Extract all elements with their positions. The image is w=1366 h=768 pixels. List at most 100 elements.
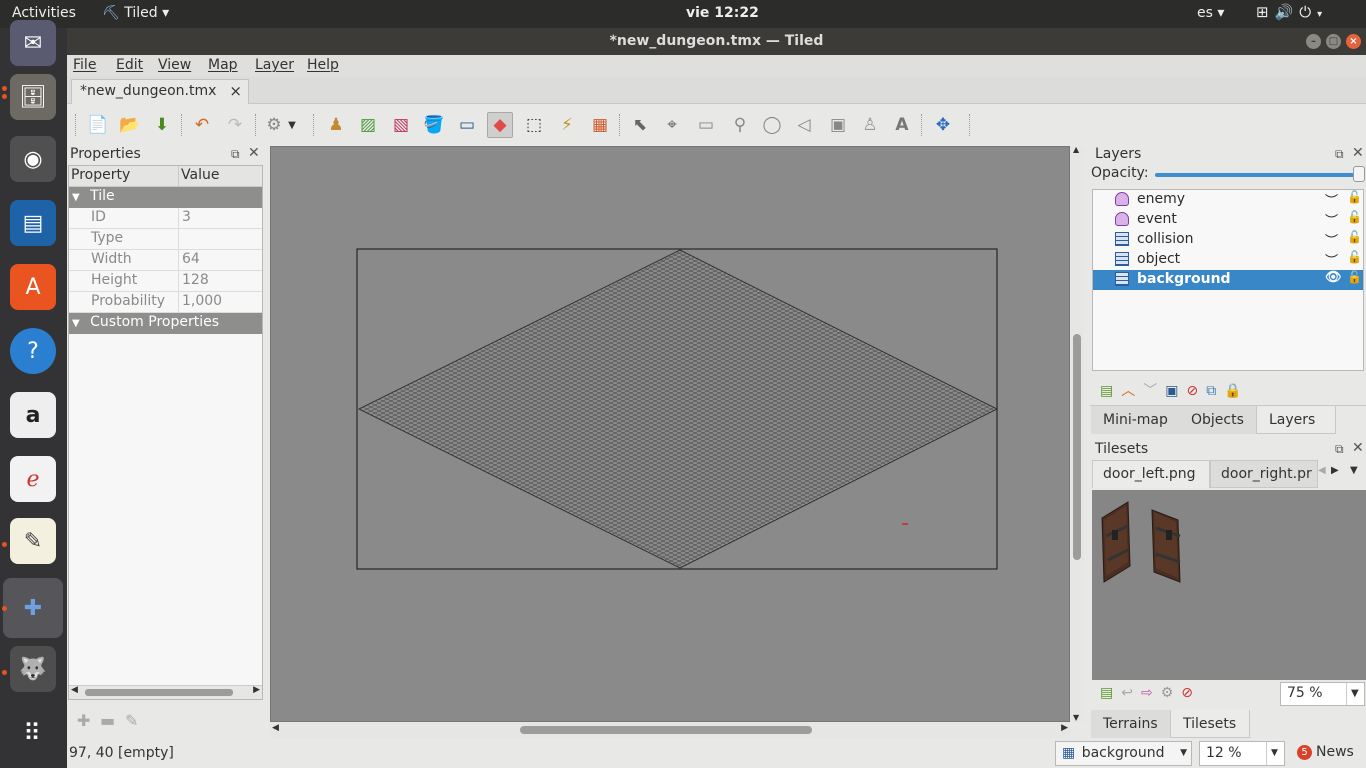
writer-icon[interactable]: ▤ xyxy=(10,200,56,246)
menu-layer[interactable]: Layer xyxy=(255,57,294,73)
duplicate-layer-icon[interactable]: ▣ xyxy=(1165,383,1186,399)
tileset-menu-icon[interactable]: ▼ xyxy=(1350,465,1358,476)
canvas-vertical-scrollbar[interactable]: ▲ ▼ xyxy=(1070,145,1084,722)
edit-polygons-icon[interactable]: ⌖ xyxy=(659,112,685,138)
close-panel-icon[interactable]: ✕ xyxy=(1352,145,1364,161)
table-row[interactable]: ID 3 xyxy=(69,208,262,229)
properties-horizontal-scrollbar[interactable]: ◀ ▶ xyxy=(69,685,262,699)
undo-icon[interactable]: ↶ xyxy=(189,112,215,138)
toggle-other-layers-icon[interactable]: ⧉ xyxy=(1206,383,1224,399)
files-icon[interactable]: 🗄 xyxy=(10,74,56,120)
shape-fill-icon[interactable]: ▭ xyxy=(454,112,480,138)
table-row[interactable]: Type xyxy=(69,229,262,250)
raise-layer-icon[interactable]: ︿ xyxy=(1121,383,1143,399)
layer-row-object[interactable]: object ︶ 🔓 xyxy=(1093,250,1363,270)
insert-polygon-icon[interactable]: ◁ xyxy=(791,112,817,138)
lower-layer-icon[interactable]: ﹀ xyxy=(1143,383,1165,399)
close-panel-icon[interactable]: ✕ xyxy=(1352,440,1364,456)
news-button[interactable]: 5 News xyxy=(1297,744,1354,760)
hidden-eye-icon[interactable]: ︶ xyxy=(1325,250,1338,269)
scroll-down-icon[interactable]: ▼ xyxy=(1073,713,1079,722)
text-editor-icon[interactable]: ✎ xyxy=(10,518,56,564)
wangset-brush-icon[interactable]: ▧ xyxy=(388,112,414,138)
tiled-icon[interactable]: ✚ xyxy=(3,578,63,638)
hidden-eye-icon[interactable]: ︶ xyxy=(1325,210,1338,229)
scroll-left-icon[interactable]: ◀ xyxy=(272,723,279,733)
tileset-properties-icon[interactable]: ⚙ xyxy=(1161,685,1182,701)
insert-ellipse-icon[interactable]: ◯ xyxy=(759,112,785,138)
insert-text-icon[interactable]: A xyxy=(889,112,915,138)
new-file-icon[interactable]: 📄 xyxy=(85,112,111,138)
lock-other-layers-icon[interactable]: 🔒 xyxy=(1224,383,1249,399)
current-layer-select[interactable]: ▦ background ▼ xyxy=(1055,741,1192,766)
document-viewer-icon[interactable]: ℯ xyxy=(10,456,56,502)
menu-help[interactable]: Help xyxy=(307,57,339,73)
select-objects-icon[interactable]: ⬉ xyxy=(627,112,653,138)
document-tab[interactable]: *new_dungeon.tmx × xyxy=(71,79,249,104)
eraser-icon[interactable]: ◆ xyxy=(487,112,513,138)
visible-eye-icon[interactable]: 👁 xyxy=(1325,270,1342,285)
column-header-property[interactable]: Property xyxy=(69,166,179,186)
scrollbar-thumb[interactable] xyxy=(1073,334,1081,560)
scroll-left-icon[interactable]: ◀ xyxy=(71,685,78,695)
isometric-map[interactable] xyxy=(271,147,1070,722)
insert-tile-icon[interactable]: ▣ xyxy=(825,112,851,138)
thunderbird-icon[interactable]: ✉ xyxy=(10,20,56,66)
table-row[interactable]: Probability 1,000 xyxy=(69,292,262,313)
minimize-button[interactable]: – xyxy=(1306,34,1321,49)
tab-objects[interactable]: Objects xyxy=(1179,406,1257,434)
float-panel-icon[interactable]: ⧉ xyxy=(231,147,240,162)
help-icon[interactable]: ? xyxy=(10,328,56,374)
command-button-icon[interactable]: ⚙ xyxy=(261,112,287,138)
opacity-slider[interactable] xyxy=(1155,173,1361,177)
export-tileset-icon[interactable]: ⇨ xyxy=(1141,685,1161,701)
insert-rectangle-icon[interactable]: ▭ xyxy=(693,112,719,138)
app-menu-button[interactable]: ⛏ Tiled ▾ xyxy=(102,5,169,21)
unlock-icon[interactable]: 🔓 xyxy=(1347,250,1362,264)
show-apps-icon[interactable]: ⠿ xyxy=(10,710,56,756)
menu-edit[interactable]: Edit xyxy=(116,57,143,73)
layer-row-event[interactable]: event ︶ 🔓 xyxy=(1093,210,1363,230)
table-row[interactable]: Width 64 xyxy=(69,250,262,271)
rhythmbox-icon[interactable]: ◉ xyxy=(10,136,56,182)
close-button[interactable]: × xyxy=(1346,34,1361,49)
unlock-icon[interactable]: 🔓 xyxy=(1347,190,1362,204)
unlock-icon[interactable]: 🔓 xyxy=(1347,230,1362,244)
terrain-brush-icon[interactable]: ▨ xyxy=(355,112,381,138)
group-tile[interactable]: ▼ Tile xyxy=(69,187,262,208)
scrollbar-thumb[interactable] xyxy=(520,726,812,734)
remove-property-icon[interactable]: ▬ xyxy=(100,711,115,730)
scroll-tabs-left-icon[interactable]: ◀ xyxy=(1318,465,1326,476)
hidden-eye-icon[interactable]: ︶ xyxy=(1325,190,1338,209)
door-right-tile[interactable] xyxy=(1151,509,1181,583)
gimp-icon[interactable]: 🐺 xyxy=(10,646,56,692)
remove-tileset-icon[interactable]: ⊘ xyxy=(1181,685,1201,701)
map-zoom-select[interactable]: 12 % ▼ xyxy=(1199,741,1285,766)
unlock-icon[interactable]: 🔓 xyxy=(1347,270,1362,284)
layer-row-enemy[interactable]: enemy ︶ 🔓 xyxy=(1093,190,1363,210)
maximize-button[interactable]: □ xyxy=(1326,34,1341,49)
layer-row-background[interactable]: background 👁 🔓 xyxy=(1093,270,1363,290)
insert-point-icon[interactable]: ⚲ xyxy=(727,112,753,138)
tab-mini-map[interactable]: Mini-map xyxy=(1091,406,1181,434)
opacity-slider-handle[interactable] xyxy=(1353,166,1365,182)
canvas-horizontal-scrollbar[interactable]: ◀ ▶ xyxy=(270,722,1070,738)
menu-view[interactable]: View xyxy=(158,57,191,73)
stamp-brush-icon[interactable]: ♟ xyxy=(323,112,349,138)
chevron-down-icon[interactable]: ▼ xyxy=(285,112,299,138)
tab-layers[interactable]: Layers xyxy=(1256,406,1336,434)
float-panel-icon[interactable]: ⧉ xyxy=(1335,147,1344,162)
rename-property-icon[interactable]: ✎ xyxy=(125,711,138,730)
layer-row-collision[interactable]: collision ︶ 🔓 xyxy=(1093,230,1363,250)
float-panel-icon[interactable]: ⧉ xyxy=(1335,442,1344,457)
redo-icon[interactable]: ↷ xyxy=(222,112,248,138)
tab-terrains[interactable]: Terrains xyxy=(1091,710,1171,738)
rectangle-select-icon[interactable]: ⬚ xyxy=(521,112,547,138)
tileset-view[interactable] xyxy=(1092,490,1366,680)
clock[interactable]: vie 12:22 xyxy=(686,5,759,21)
activities-button[interactable]: Activities xyxy=(12,5,76,21)
save-file-icon[interactable]: ⬇ xyxy=(149,112,175,138)
menu-file[interactable]: File xyxy=(73,57,96,73)
tileset-zoom-select[interactable]: 75 % ▼ xyxy=(1280,682,1365,706)
scroll-up-icon[interactable]: ▲ xyxy=(1073,145,1079,154)
